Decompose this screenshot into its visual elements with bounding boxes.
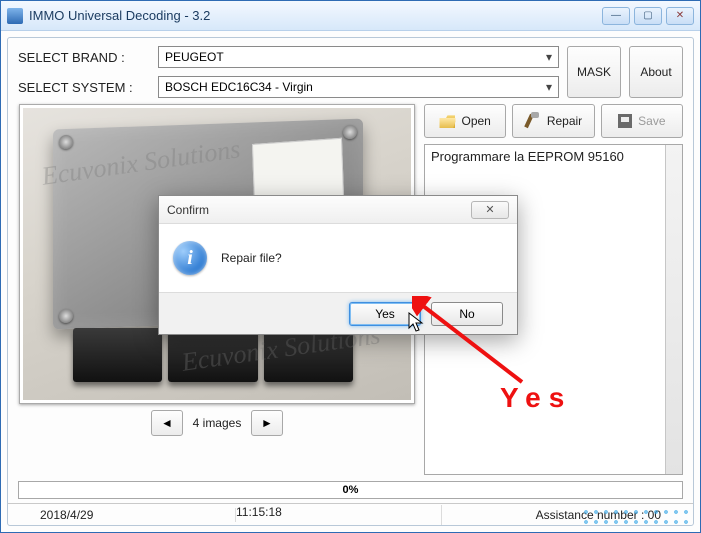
progress-text: 0% [343,484,359,496]
next-image-button[interactable]: ► [251,410,283,436]
system-label: SELECT SYSTEM : [18,80,148,95]
progress-area: 0% [8,481,693,503]
floppy-icon [618,114,632,128]
brand-value: PEUGEOT [165,50,224,64]
mask-button[interactable]: MASK [567,46,621,98]
system-value: BOSCH EDC16C34 - Virgin [165,80,313,94]
save-button[interactable]: Save [601,104,683,138]
close-icon: ✕ [485,203,494,216]
chevron-right-icon: ► [261,416,273,430]
dialog-close-button[interactable]: ✕ [471,201,509,219]
minimize-button[interactable]: — [602,7,630,25]
titlebar: IMMO Universal Decoding - 3.2 — ▢ ✕ [1,1,700,31]
selection-form: SELECT BRAND : PEUGEOT SELECT SYSTEM : B… [8,38,693,104]
dialog-body: i Repair file? [159,224,517,292]
app-window: IMMO Universal Decoding - 3.2 — ▢ ✕ SELE… [0,0,701,533]
yes-label? data-interactablelabel: Yes [375,307,395,321]
window-controls: — ▢ ✕ [602,7,694,25]
save-label: Save [638,114,665,128]
about-button[interactable]: About [629,46,683,98]
no-label: No [459,307,474,321]
dialog-message: Repair file? [221,251,282,265]
chevron-left-icon: ◄ [161,416,173,430]
status-date: 2018/4/29 [16,508,236,522]
brand-select[interactable]: PEUGEOT [158,46,559,68]
hammer-icon [525,114,541,128]
prev-image-button[interactable]: ◄ [151,410,183,436]
close-button[interactable]: ✕ [666,7,694,25]
info-icon: i [173,241,207,275]
app-icon [7,8,23,24]
dialog-yes-button[interactable]: Yes [349,302,421,326]
open-label: Open [461,114,490,128]
open-button[interactable]: Open [424,104,506,138]
confirm-dialog: Confirm ✕ i Repair file? Yes No [158,195,518,335]
selection-columns: SELECT BRAND : PEUGEOT SELECT SYSTEM : B… [18,46,559,98]
dialog-footer: Yes No [159,292,517,334]
pager-text: 4 images [189,416,245,430]
repair-button[interactable]: Repair [512,104,594,138]
status-time: 11:15:18 [236,505,442,525]
system-row: SELECT SYSTEM : BOSCH EDC16C34 - Virgin [18,76,559,98]
system-select[interactable]: BOSCH EDC16C34 - Virgin [158,76,559,98]
repair-label: Repair [547,114,582,128]
maximize-button[interactable]: ▢ [634,7,662,25]
folder-open-icon [439,114,455,128]
image-pager: ◄ 4 images ► [151,410,283,436]
about-label: About [640,65,671,79]
status-bar: 2018/4/29 11:15:18 Assistance number : 0… [8,503,693,525]
dialog-no-button[interactable]: No [431,302,503,326]
brand-row: SELECT BRAND : PEUGEOT [18,46,559,68]
window-title: IMMO Universal Decoding - 3.2 [29,8,602,23]
file-toolbar: Open Repair Save [424,104,683,138]
log-line: Programmare la EEPROM 95160 [431,149,624,164]
brand-label: SELECT BRAND : [18,50,148,65]
dialog-title: Confirm [167,203,471,217]
status-assistance: Assistance number : 00 [442,508,685,522]
progress-bar: 0% [18,481,683,499]
dialog-titlebar: Confirm ✕ [159,196,517,224]
mask-label: MASK [577,65,611,79]
